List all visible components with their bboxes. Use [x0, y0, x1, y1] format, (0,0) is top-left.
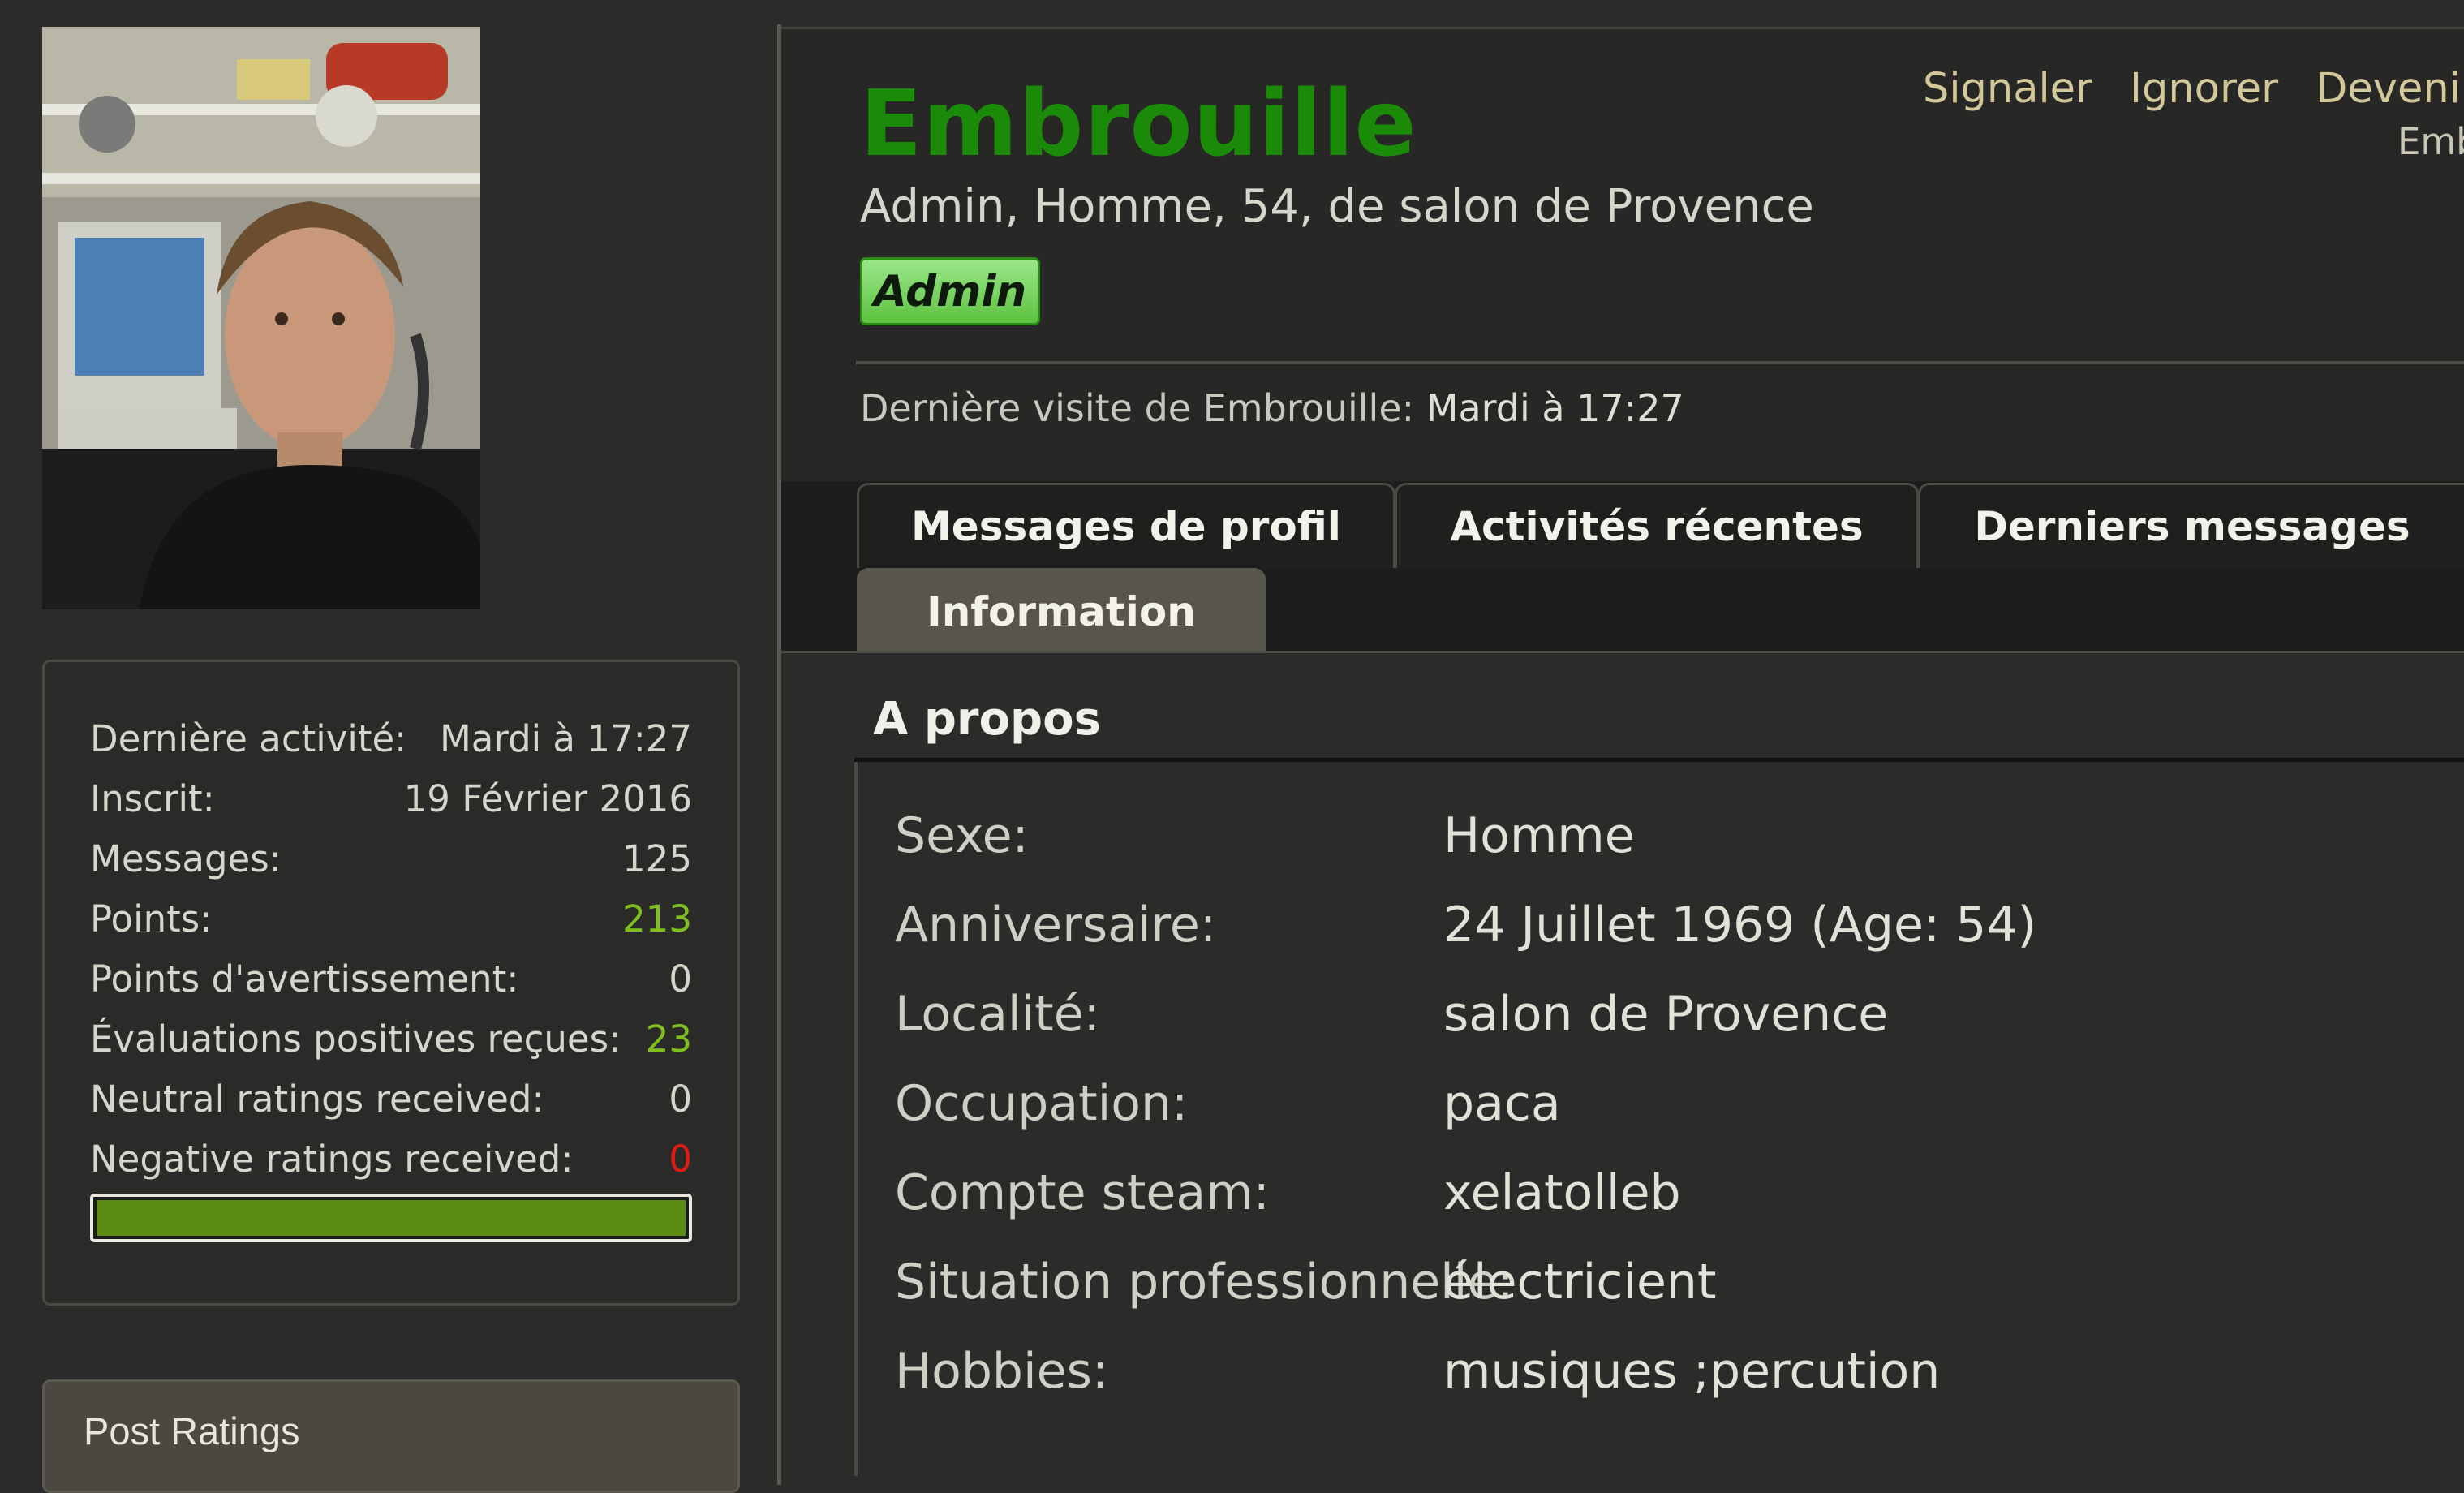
stat-value: 0	[669, 1077, 692, 1121]
stat-row-negative-ratings: Negative ratings received: 0	[90, 1134, 692, 1183]
role-badge: Admin	[860, 257, 1040, 325]
stat-label: Inscrit:	[90, 777, 215, 820]
stat-value: Mardi à 17:27	[439, 716, 692, 760]
about-row-birthday: Anniversaire: 24 Juillet 1969 (Age: 54)	[895, 893, 2036, 957]
stat-label: Negative ratings received:	[90, 1137, 574, 1181]
about-value: musiques ;percution	[1443, 1343, 1941, 1400]
about-value: électricient	[1443, 1254, 1717, 1310]
post-ratings-header: Post Ratings	[42, 1379, 740, 1493]
stat-row-messages[interactable]: Messages: 125	[90, 834, 692, 883]
username: Embrouille	[860, 71, 1417, 177]
stat-row-neutral-ratings: Neutral ratings received: 0	[90, 1074, 692, 1123]
stat-value: 0	[669, 957, 692, 1000]
avatar[interactable]	[42, 27, 480, 609]
last-visit-label: Dernière visite de Embrouille:	[860, 386, 1415, 430]
about-row-gender: Sexe: Homme	[895, 803, 1635, 868]
about-value: 24 Juillet 1969 (Age: 54)	[1443, 897, 2036, 953]
about-title: A propos	[873, 693, 1101, 746]
about-row-steam: Compte steam: xelatolleb	[895, 1160, 1681, 1225]
about-label: Occupation:	[895, 1075, 1189, 1132]
tab-information[interactable]: Information	[857, 568, 1266, 653]
stat-row-points[interactable]: Points: 213	[90, 894, 692, 943]
about-label: Anniversaire:	[895, 897, 1217, 953]
last-visit-value: Mardi à 17:27	[1426, 386, 1684, 430]
tabs-baseline	[781, 651, 2464, 653]
profile-actions: Signaler Ignorer Devenir fan	[1923, 65, 2464, 113]
about-row-hobbies: Hobbies: musiques ;percution	[895, 1339, 1940, 1404]
about-left-border	[854, 762, 858, 1476]
user-stats-panel: Dernière activité: Mardi à 17:27 Inscrit…	[42, 660, 740, 1306]
action-subtext: Emb	[2397, 120, 2464, 163]
stat-label: Points:	[90, 897, 213, 940]
rating-bar-fill	[97, 1200, 686, 1236]
last-visit: Dernière visite de Embrouille: Mardi à 1…	[860, 386, 1684, 430]
about-value[interactable]: salon de Provence	[1443, 986, 1888, 1043]
tab-latest-posts[interactable]: Derniers messages	[1918, 483, 2464, 568]
about-label: Hobbies:	[895, 1343, 1109, 1400]
about-row-job-status: Situation professionnelle: électricient	[895, 1250, 1716, 1314]
avatar-photo	[42, 27, 480, 609]
about-label: Localité:	[895, 986, 1100, 1043]
stat-label: Points d'avertissement:	[90, 957, 519, 1000]
stat-value: 19 Février 2016	[403, 777, 692, 820]
header-divider	[856, 361, 2464, 364]
post-ratings-title: Post Ratings	[84, 1409, 300, 1452]
stat-value: 23	[645, 1017, 692, 1061]
stat-row-warning-points: Points d'avertissement: 0	[90, 954, 692, 1003]
stat-value[interactable]: 125	[622, 837, 692, 880]
about-value: Homme	[1443, 807, 1635, 864]
stat-row-last-activity: Dernière activité: Mardi à 17:27	[90, 714, 692, 763]
report-link[interactable]: Signaler	[1923, 65, 2092, 113]
follow-link[interactable]: Devenir fan	[2316, 65, 2464, 113]
about-value: xelatolleb	[1443, 1164, 1681, 1221]
stat-row-positive-ratings: Évaluations positives reçues: 23	[90, 1014, 692, 1063]
stat-label: Évaluations positives reçues:	[90, 1017, 621, 1061]
about-label: Sexe:	[895, 807, 1029, 864]
stat-value[interactable]: 213	[622, 897, 692, 940]
stat-row-registered: Inscrit: 19 Février 2016	[90, 774, 692, 823]
about-row-location: Localité: salon de Provence	[895, 982, 1888, 1047]
stat-value: 0	[669, 1137, 692, 1181]
about-label: Compte steam:	[895, 1164, 1270, 1221]
tab-recent-activity[interactable]: Activités récentes	[1395, 483, 1919, 568]
ignore-link[interactable]: Ignorer	[2130, 65, 2278, 113]
stat-label: Dernière activité:	[90, 716, 407, 760]
stat-label: Messages:	[90, 837, 282, 880]
about-label: Situation professionnelle:	[895, 1254, 1514, 1310]
about-rule	[854, 758, 2464, 762]
tab-profile-posts[interactable]: Messages de profil	[857, 483, 1395, 568]
about-row-occupation: Occupation: paca	[895, 1071, 1561, 1136]
user-info-line: Admin, Homme, 54, de salon de Provence	[860, 180, 1814, 233]
stat-label: Neutral ratings received:	[90, 1077, 544, 1121]
rating-bar	[90, 1194, 692, 1242]
about-value: paca	[1443, 1075, 1561, 1132]
